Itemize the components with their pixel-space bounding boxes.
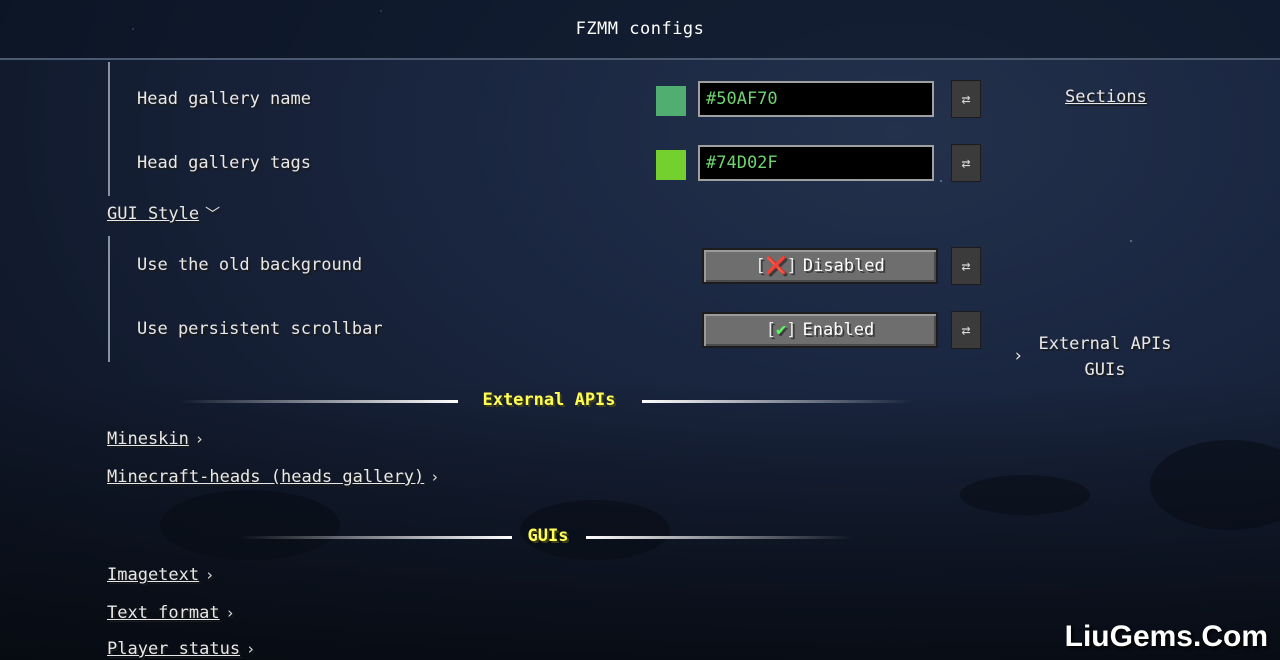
sections-sidebar-header[interactable]: Sections bbox=[1065, 87, 1147, 107]
head-gallery-tags-color-swatch[interactable] bbox=[656, 150, 686, 180]
section-divider-left bbox=[180, 400, 458, 403]
chevron-right-icon[interactable]: › bbox=[1013, 346, 1023, 366]
player-status-link[interactable]: Player status › bbox=[107, 639, 255, 659]
star bbox=[940, 180, 942, 182]
old-background-toggle[interactable]: [❌] Disabled bbox=[702, 248, 938, 284]
group-indent-line bbox=[108, 62, 110, 196]
head-gallery-tags-reset-button[interactable]: ⇄ bbox=[951, 144, 981, 182]
section-divider-right bbox=[642, 400, 912, 403]
mineskin-link[interactable]: Mineskin › bbox=[107, 429, 204, 449]
sidebar-item-external-apis[interactable]: External APIs GUIs bbox=[1030, 331, 1180, 383]
chevron-down-icon: ﹀ bbox=[205, 205, 221, 223]
section-divider-left bbox=[240, 536, 512, 539]
star bbox=[1130, 240, 1132, 242]
title-bar: FZMM configs bbox=[0, 0, 1280, 60]
head-gallery-name-label: Head gallery name bbox=[137, 89, 311, 109]
old-background-reset-button[interactable]: ⇄ bbox=[951, 247, 981, 285]
chevron-right-icon: › bbox=[194, 430, 204, 448]
chevron-right-icon: › bbox=[430, 468, 440, 486]
persistent-scrollbar-reset-button[interactable]: ⇄ bbox=[951, 311, 981, 349]
chevron-right-icon: › bbox=[225, 604, 235, 622]
group-indent-line bbox=[108, 236, 110, 362]
imagetext-link[interactable]: Imagetext › bbox=[107, 565, 214, 585]
head-gallery-name-color-swatch[interactable] bbox=[656, 86, 686, 116]
external-apis-section-title: External APIs bbox=[482, 390, 616, 410]
chevron-right-icon: › bbox=[246, 640, 256, 658]
persistent-scrollbar-state: Enabled bbox=[802, 320, 875, 340]
checkbox-disabled-icon: [❌] bbox=[755, 256, 797, 276]
reset-icon: ⇄ bbox=[961, 90, 971, 108]
head-gallery-tags-color-input[interactable]: #74D02F bbox=[698, 145, 934, 181]
gui-style-collapsible-header[interactable]: GUI Style ﹀ bbox=[107, 203, 220, 224]
gui-style-header-label: GUI Style bbox=[107, 204, 200, 224]
watermark-logo: LiuGems.Com bbox=[1064, 620, 1268, 653]
reset-icon: ⇄ bbox=[961, 321, 971, 339]
guis-section-title: GUIs bbox=[527, 526, 569, 546]
head-gallery-tags-label: Head gallery tags bbox=[137, 153, 311, 173]
section-divider-right bbox=[586, 536, 852, 539]
minecraft-heads-link[interactable]: Minecraft-heads (heads gallery) › bbox=[107, 467, 439, 487]
text-format-link[interactable]: Text format › bbox=[107, 603, 235, 623]
persistent-scrollbar-label: Use persistent scrollbar bbox=[137, 319, 383, 339]
reset-icon: ⇄ bbox=[961, 154, 971, 172]
persistent-scrollbar-toggle[interactable]: [✔] Enabled bbox=[702, 312, 938, 348]
old-background-state: Disabled bbox=[802, 256, 885, 276]
checkbox-enabled-icon: [✔] bbox=[765, 320, 797, 340]
head-gallery-name-color-input[interactable]: #50AF70 bbox=[698, 81, 934, 117]
reset-icon: ⇄ bbox=[961, 257, 971, 275]
chevron-right-icon: › bbox=[205, 566, 215, 584]
head-gallery-name-reset-button[interactable]: ⇄ bbox=[951, 80, 981, 118]
window-title: FZMM configs bbox=[575, 19, 705, 39]
old-background-label: Use the old background bbox=[137, 255, 363, 275]
